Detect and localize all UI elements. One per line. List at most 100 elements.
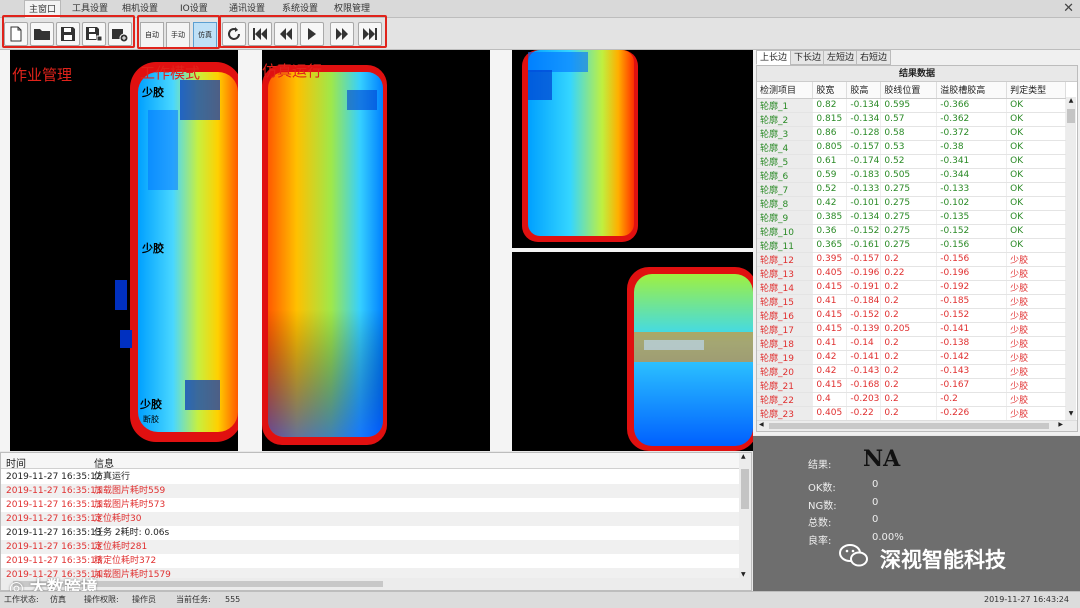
image-panel-4[interactable]: [512, 252, 757, 451]
log-message: 仿真运行: [94, 472, 131, 482]
log-vertical-scrollbar[interactable]: ▲ ▼: [739, 453, 751, 578]
log-row[interactable]: 2019-11-27 16:35:12 仿真运行: [1, 470, 739, 484]
table-row[interactable]: 轮廓_4 0.805 -0.157 0.53 -0.38 OK: [757, 140, 1066, 155]
table-cell: 0.42: [812, 196, 848, 211]
table-cell: 0.815: [812, 112, 848, 127]
tab-top-long-edge[interactable]: 上长边: [756, 50, 792, 65]
table-cell: OK: [1006, 154, 1066, 169]
table-cell: OK: [1006, 196, 1066, 211]
table-row[interactable]: 轮廓_20 0.42 -0.143 0.2 -0.143 少胶: [757, 364, 1066, 379]
log-message: 任务 2耗时: 0.06s: [94, 528, 170, 538]
image-panel-2[interactable]: [262, 50, 490, 451]
table-row[interactable]: 轮廓_7 0.52 -0.133 0.275 -0.133 OK: [757, 182, 1066, 197]
table-row[interactable]: 轮廓_21 0.415 -0.168 0.2 -0.167 少胶: [757, 378, 1066, 393]
log-message: 精定位耗时372: [94, 556, 157, 566]
log-row[interactable]: 2019-11-27 16:35:13 加载图片耗时573: [1, 498, 739, 512]
table-header-cell[interactable]: 胶高: [846, 82, 882, 99]
table-row[interactable]: 轮廓_3 0.86 -0.128 0.58 -0.372 OK: [757, 126, 1066, 141]
watermark-text: 深视智能科技: [880, 548, 1006, 572]
table-row[interactable]: 轮廓_10 0.36 -0.152 0.275 -0.152 OK: [757, 224, 1066, 239]
table-cell: -0.157: [846, 252, 882, 267]
table-cell: -0.203: [846, 392, 882, 407]
table-cell: -0.152: [846, 308, 882, 323]
table-horizontal-scrollbar[interactable]: ◀ ▶: [757, 420, 1077, 431]
table-cell: 0.2: [880, 294, 938, 309]
table-cell: -0.14: [846, 336, 882, 351]
total-count-value: 0: [872, 514, 879, 525]
tab-left-short-edge[interactable]: 左短边: [823, 50, 859, 65]
log-scroll-thumb[interactable]: [741, 469, 749, 509]
table-cell: 0.2: [880, 392, 938, 407]
table-cell: 轮廓_7: [757, 182, 814, 197]
table-cell: 少胶: [1006, 322, 1066, 337]
log-row[interactable]: 2019-11-27 16:35:13 定位耗时281: [1, 540, 739, 554]
table-cell: -0.185: [936, 294, 1008, 309]
table-cell: 轮廓_12: [757, 252, 814, 267]
work-mode-highlight: [137, 15, 220, 49]
table-header-cell[interactable]: 溢胶槽胶高: [936, 82, 1008, 99]
table-cell: OK: [1006, 140, 1066, 155]
log-row[interactable]: 2019-11-27 16:35:14 加载图片耗时1579: [1, 568, 739, 578]
table-cell: -0.38: [936, 140, 1008, 155]
tab-bottom-long-edge[interactable]: 下长边: [790, 50, 826, 65]
table-row[interactable]: 轮廓_23 0.405 -0.22 0.2 -0.226 少胶: [757, 406, 1066, 420]
table-row[interactable]: 轮廓_22 0.4 -0.203 0.2 -0.2 少胶: [757, 392, 1066, 407]
log-horizontal-scrollbar[interactable]: [1, 578, 751, 590]
table-header-cell[interactable]: 胶宽: [812, 82, 848, 99]
table-cell: 0.2: [880, 336, 938, 351]
table-cell: 轮廓_20: [757, 364, 814, 379]
table-vertical-scrollbar[interactable]: ▲ ▼: [1066, 97, 1076, 420]
table-row[interactable]: 轮廓_17 0.415 -0.139 0.205 -0.141 少胶: [757, 322, 1066, 337]
log-row[interactable]: 2019-11-27 16:35:13 定位耗时30: [1, 512, 739, 526]
result-table-viewport: 检测项目 胶宽 胶高 胶线位置 溢胶槽胶高 判定类型 轮廓_1 0.82 -0.134 0.59…: [757, 82, 1066, 420]
table-cell: 轮廓_4: [757, 140, 814, 155]
sim-run-highlight: [219, 15, 387, 48]
table-row[interactable]: 轮廓_19 0.42 -0.141 0.2 -0.142 少胶: [757, 350, 1066, 365]
log-row[interactable]: 2019-11-27 16:35:13 任务 2耗时: 0.06s: [1, 526, 739, 540]
table-cell: -0.141: [846, 350, 882, 365]
table-cell: -0.167: [936, 378, 1008, 393]
table-cell: 0.59: [812, 168, 848, 183]
table-cell: 少胶: [1006, 336, 1066, 351]
table-row[interactable]: 轮廓_11 0.365 -0.161 0.275 -0.156 OK: [757, 238, 1066, 253]
tab-right-short-edge[interactable]: 右短边: [856, 50, 892, 65]
table-cell: 轮廓_17: [757, 322, 814, 337]
table-row[interactable]: 轮廓_16 0.415 -0.152 0.2 -0.152 少胶: [757, 308, 1066, 323]
status-datetime: 2019-11-27 16:43:24: [984, 595, 1069, 604]
table-scroll-thumb[interactable]: [1067, 109, 1075, 123]
table-row[interactable]: 轮廓_5 0.61 -0.174 0.52 -0.341 OK: [757, 154, 1066, 169]
table-cell: 0.205: [880, 322, 938, 337]
table-cell: OK: [1006, 126, 1066, 141]
table-row[interactable]: 轮廓_14 0.415 -0.191 0.2 -0.192 少胶: [757, 280, 1066, 295]
job-mgmt-annotation: 作业管理: [12, 66, 73, 84]
image-panel-1[interactable]: 少胶 少胶 少胶 断胶: [10, 50, 242, 451]
table-cell: 0.415: [812, 308, 848, 323]
table-row[interactable]: 轮廓_9 0.385 -0.134 0.275 -0.135 OK: [757, 210, 1066, 225]
table-cell: OK: [1006, 238, 1066, 253]
log-row[interactable]: 2019-11-27 16:35:13 精定位耗时372: [1, 554, 739, 568]
table-cell: 轮廓_9: [757, 210, 814, 225]
table-cell: 0.405: [812, 406, 848, 420]
table-row[interactable]: 轮廓_8 0.42 -0.101 0.275 -0.102 OK: [757, 196, 1066, 211]
close-icon[interactable]: ✕: [1063, 1, 1074, 17]
image-panel-3[interactable]: [512, 50, 753, 248]
status-task-value: 555: [225, 595, 241, 604]
table-header-cell[interactable]: 胶线位置: [880, 82, 938, 99]
table-row[interactable]: 轮廓_1 0.82 -0.134 0.595 -0.366 OK: [757, 98, 1066, 113]
result-value: NA: [863, 446, 901, 472]
table-hscroll-thumb[interactable]: [769, 423, 1049, 429]
table-cell: 0.595: [880, 98, 938, 113]
table-row[interactable]: 轮廓_6 0.59 -0.183 0.505 -0.344 OK: [757, 168, 1066, 183]
table-header-cell[interactable]: 判定类型: [1006, 82, 1066, 99]
table-row[interactable]: 轮廓_18 0.41 -0.14 0.2 -0.138 少胶: [757, 336, 1066, 351]
table-row[interactable]: 轮廓_15 0.41 -0.184 0.2 -0.185 少胶: [757, 294, 1066, 309]
table-cell: OK: [1006, 98, 1066, 113]
table-header-cell[interactable]: 检测项目: [757, 82, 814, 99]
log-time: 2019-11-27 16:35:13: [6, 500, 102, 510]
table-row[interactable]: 轮廓_13 0.405 -0.196 0.22 -0.196 少胶: [757, 266, 1066, 281]
table-row[interactable]: 轮廓_2 0.815 -0.134 0.57 -0.362 OK: [757, 112, 1066, 127]
table-row[interactable]: 轮廓_12 0.395 -0.157 0.2 -0.156 少胶: [757, 252, 1066, 267]
job-mgmt-highlight: [2, 15, 135, 48]
table-cell: -0.133: [846, 182, 882, 197]
log-row[interactable]: 2019-11-27 16:35:13 加载图片耗时559: [1, 484, 739, 498]
